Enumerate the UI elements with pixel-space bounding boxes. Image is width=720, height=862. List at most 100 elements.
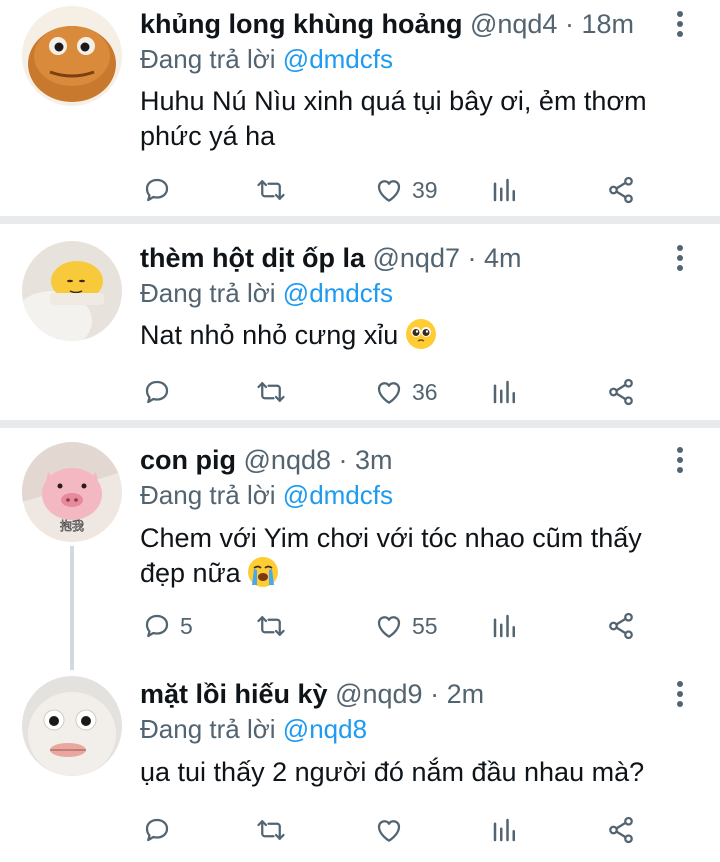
- reply-icon: [142, 815, 172, 845]
- like-button[interactable]: [374, 810, 412, 850]
- share-button[interactable]: [606, 170, 636, 210]
- user-handle[interactable]: @nqd7: [373, 243, 460, 273]
- reply-to-handle[interactable]: @nqd8: [283, 714, 367, 744]
- tweet-text-content: ụa tui thấy 2 người đó nắm đầu nhau mà?: [140, 757, 645, 787]
- timestamp[interactable]: 18m: [581, 9, 634, 39]
- tweet[interactable]: 抱我 con pig @nqd8 · 3m Đang trả lời @dmdc…: [0, 428, 720, 658]
- replying-to-label: Đang trả lời: [140, 714, 276, 744]
- tweet[interactable]: khủng long khùng hoảng @nqd4 · 18m Đang …: [0, 0, 720, 222]
- share-icon: [606, 175, 636, 205]
- user-handle[interactable]: @nqd8: [244, 445, 331, 475]
- more-options-icon[interactable]: [674, 442, 686, 478]
- stats-icon: [490, 815, 520, 845]
- reply-to-handle[interactable]: @dmdcfs: [283, 480, 393, 510]
- share-icon: [606, 611, 636, 641]
- retweet-icon: [256, 815, 286, 845]
- share-button[interactable]: [606, 810, 636, 850]
- more-options-icon[interactable]: [674, 6, 686, 42]
- like-count: 55: [412, 612, 438, 639]
- reply-button[interactable]: [142, 372, 180, 412]
- reply-icon: [142, 175, 172, 205]
- like-button[interactable]: 36: [374, 372, 438, 412]
- heart-icon: [374, 377, 404, 407]
- reply-icon: [142, 377, 172, 407]
- reply-count: 5: [180, 612, 193, 639]
- reply-button[interactable]: [142, 170, 180, 210]
- analytics-button[interactable]: [490, 810, 520, 850]
- avatar[interactable]: [22, 241, 122, 341]
- user-name[interactable]: thèm hột dịt ốp la: [140, 243, 365, 273]
- divider: [0, 420, 720, 428]
- heart-icon: [374, 611, 404, 641]
- user-name[interactable]: khủng long khùng hoảng: [140, 9, 462, 39]
- tweet-text: Nat nhỏ nhỏ cưng xỉu: [140, 318, 680, 353]
- replying-to: Đang trả lời @dmdcfs: [140, 42, 393, 76]
- like-button[interactable]: 39: [374, 170, 438, 210]
- avatar[interactable]: 抱我: [22, 442, 122, 542]
- retweet-button[interactable]: [256, 170, 294, 210]
- replying-to: Đang trả lời @nqd8: [140, 712, 367, 746]
- pleading-face-emoji-icon: [405, 319, 436, 349]
- timestamp[interactable]: 3m: [355, 445, 393, 475]
- analytics-button[interactable]: [490, 606, 520, 646]
- tweet-actions: 5 55: [0, 606, 720, 646]
- user-name[interactable]: mặt lồi hiếu kỳ: [140, 679, 328, 709]
- tweet-text: ụa tui thấy 2 người đó nắm đầu nhau mà?: [140, 755, 680, 790]
- replying-to-label: Đang trả lời: [140, 278, 276, 308]
- retweet-icon: [256, 611, 286, 641]
- stats-icon: [490, 611, 520, 641]
- like-button[interactable]: 55: [374, 606, 438, 646]
- replying-to: Đang trả lời @dmdcfs: [140, 478, 393, 512]
- like-count: 39: [412, 176, 438, 203]
- analytics-button[interactable]: [490, 170, 520, 210]
- tweet-actions: 36: [0, 372, 720, 412]
- user-handle[interactable]: @nqd4: [470, 9, 557, 39]
- like-count: 36: [412, 378, 438, 405]
- heart-icon: [374, 175, 404, 205]
- retweet-button[interactable]: [256, 810, 294, 850]
- reply-to-handle[interactable]: @dmdcfs: [283, 278, 393, 308]
- reply-to-handle[interactable]: @dmdcfs: [283, 44, 393, 74]
- timestamp[interactable]: 4m: [484, 243, 522, 273]
- tweet-actions: 39: [0, 170, 720, 210]
- replying-to-label: Đang trả lời: [140, 44, 276, 74]
- share-button[interactable]: [606, 372, 636, 412]
- more-options-icon[interactable]: [674, 676, 686, 712]
- share-button[interactable]: [606, 606, 636, 646]
- share-icon: [606, 815, 636, 845]
- retweet-button[interactable]: [256, 372, 294, 412]
- retweet-icon: [256, 377, 286, 407]
- replying-to: Đang trả lời @dmdcfs: [140, 276, 393, 310]
- replying-to-label: Đang trả lời: [140, 480, 276, 510]
- timestamp[interactable]: 2m: [447, 679, 485, 709]
- tweet-text-content: Nat nhỏ nhỏ cưng xỉu: [140, 320, 399, 350]
- analytics-button[interactable]: [490, 372, 520, 412]
- reply-button[interactable]: [142, 810, 180, 850]
- loudly-crying-face-emoji-icon: [248, 557, 279, 587]
- heart-icon: [374, 815, 404, 845]
- retweet-button[interactable]: [256, 606, 294, 646]
- tweet[interactable]: thèm hột dịt ốp la @nqd7 · 4m Đang trả l…: [0, 224, 720, 424]
- tweet-text-content: Chem với Yim chơi với tóc nhao cũm thấy …: [140, 523, 642, 588]
- separator-dot: ·: [338, 445, 348, 475]
- user-handle[interactable]: @nqd9: [335, 679, 422, 709]
- tweet-actions: [0, 810, 720, 850]
- tweet[interactable]: mặt lồi hiếu kỳ @nqd9 · 2m Đang trả lời …: [0, 664, 720, 862]
- reply-button[interactable]: 5: [142, 606, 193, 646]
- reply-icon: [142, 611, 172, 641]
- divider: [0, 216, 720, 224]
- stats-icon: [490, 175, 520, 205]
- tweet-text: Chem với Yim chơi với tóc nhao cũm thấy …: [140, 521, 680, 591]
- separator-dot: ·: [467, 243, 477, 273]
- user-name[interactable]: con pig: [140, 445, 236, 475]
- avatar[interactable]: [22, 676, 122, 776]
- more-options-icon[interactable]: [674, 240, 686, 276]
- tweet-text-content: Huhu Nú Nìu xinh quá tụi bây ơi, ẻm thơm…: [140, 86, 647, 151]
- separator-dot: ·: [430, 679, 440, 709]
- avatar-caption: 抱我: [60, 518, 84, 533]
- avatar[interactable]: [22, 6, 122, 106]
- separator-dot: ·: [564, 9, 574, 39]
- tweet-text: Huhu Nú Nìu xinh quá tụi bây ơi, ẻm thơm…: [140, 84, 680, 154]
- share-icon: [606, 377, 636, 407]
- retweet-icon: [256, 175, 286, 205]
